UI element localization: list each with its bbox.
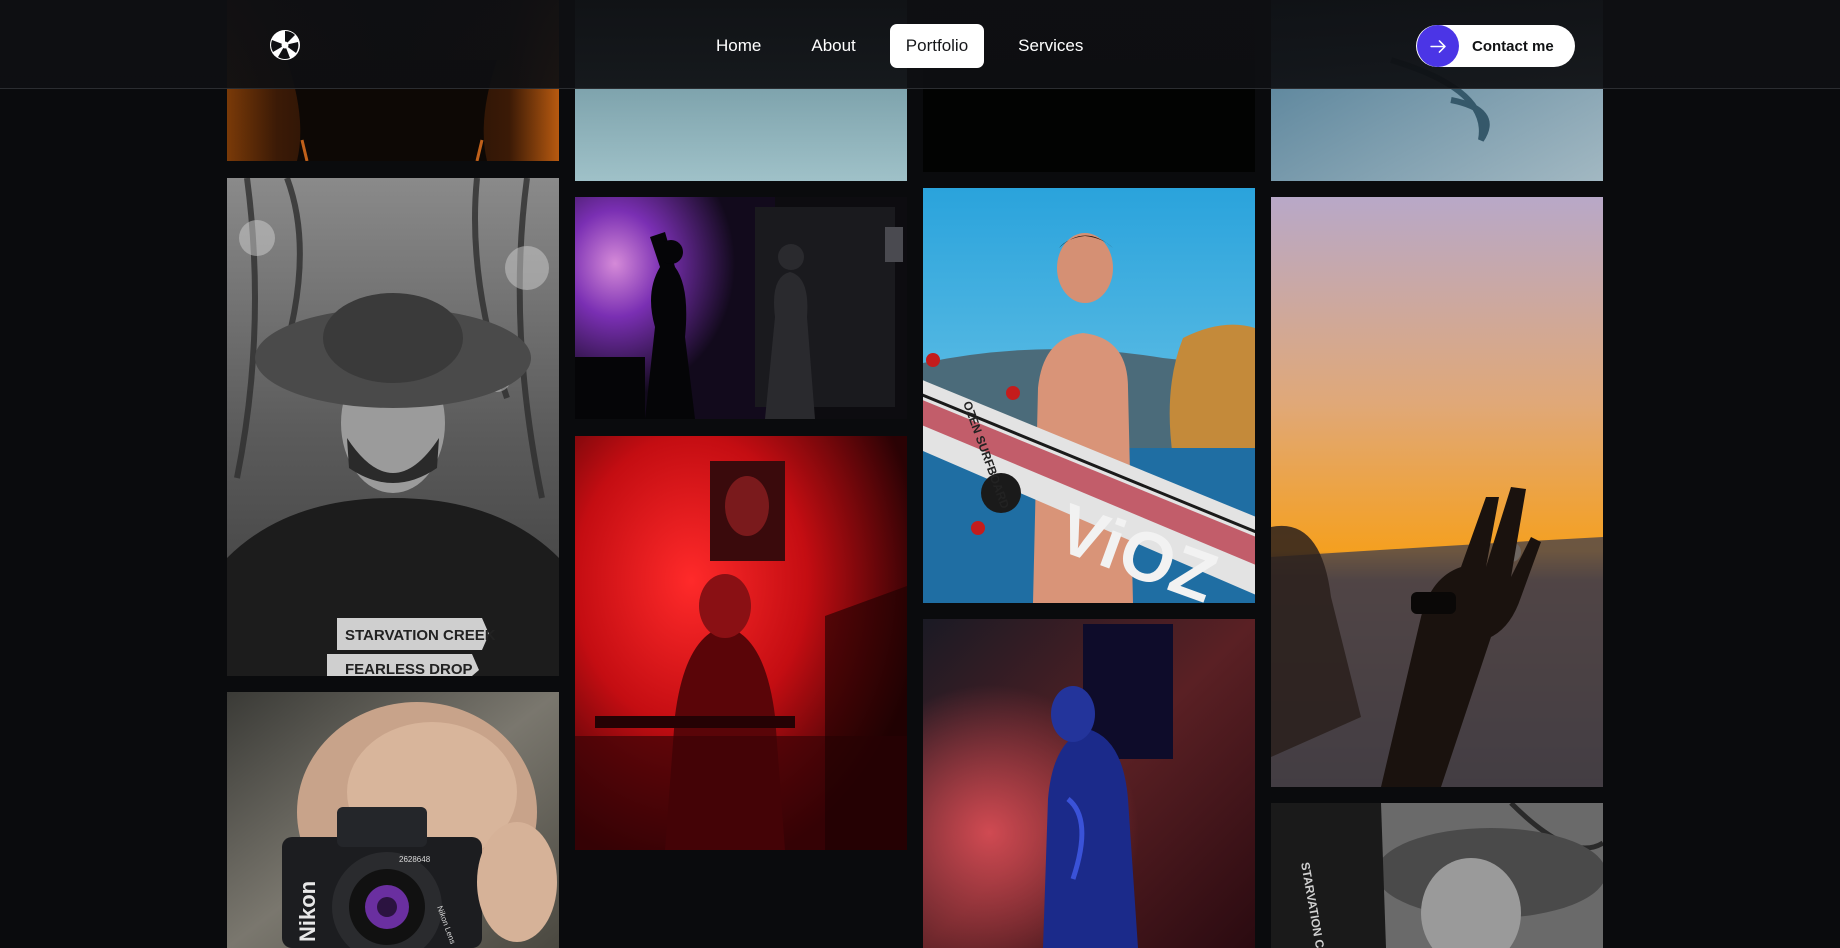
contact-me-button[interactable]: Contact me bbox=[1416, 25, 1575, 67]
nav-home[interactable]: Home bbox=[700, 24, 777, 68]
camera-brand-text: Nikon bbox=[295, 881, 320, 942]
arrow-right-icon bbox=[1417, 25, 1459, 67]
photo-bw-man-straw-hat[interactable]: STARVATION CREEK FEARLESS DROP bbox=[227, 178, 559, 676]
photo-bw-man-hat-2[interactable]: STARVATION CREEK bbox=[1271, 803, 1603, 948]
photo-silhouette-purple[interactable] bbox=[575, 197, 907, 419]
nav-portfolio[interactable]: Portfolio bbox=[889, 24, 985, 68]
portfolio-page: STARVATION CREEK FEARLESS DROP Nikon 262… bbox=[0, 0, 1840, 948]
photo-red-room[interactable] bbox=[575, 436, 907, 850]
portfolio-gallery: STARVATION CREEK FEARLESS DROP Nikon 262… bbox=[227, 0, 1603, 948]
nav-services[interactable]: Services bbox=[1002, 24, 1099, 68]
lens-number-text: 2628648 bbox=[399, 855, 431, 864]
contact-me-label: Contact me bbox=[1472, 37, 1554, 55]
photo-man-paddleboard[interactable]: OZEN SURFBOARD ViOZ bbox=[923, 188, 1255, 603]
photo-sunset-hand[interactable] bbox=[1271, 197, 1603, 787]
photo-blue-figure-red-wall[interactable] bbox=[923, 619, 1255, 948]
shirt-text-line-2: FEARLESS DROP bbox=[345, 661, 473, 676]
photo-nikon-camera[interactable]: Nikon 2628648 Nikon Lens bbox=[227, 692, 559, 948]
shirt-text-line-1: STARVATION CREEK bbox=[345, 627, 496, 644]
site-header: Home About Portfolio Services Contact me bbox=[0, 0, 1840, 89]
nav-about[interactable]: About bbox=[795, 24, 871, 68]
aperture-icon[interactable] bbox=[268, 28, 302, 62]
main-nav: Home About Portfolio Services bbox=[700, 23, 1099, 69]
